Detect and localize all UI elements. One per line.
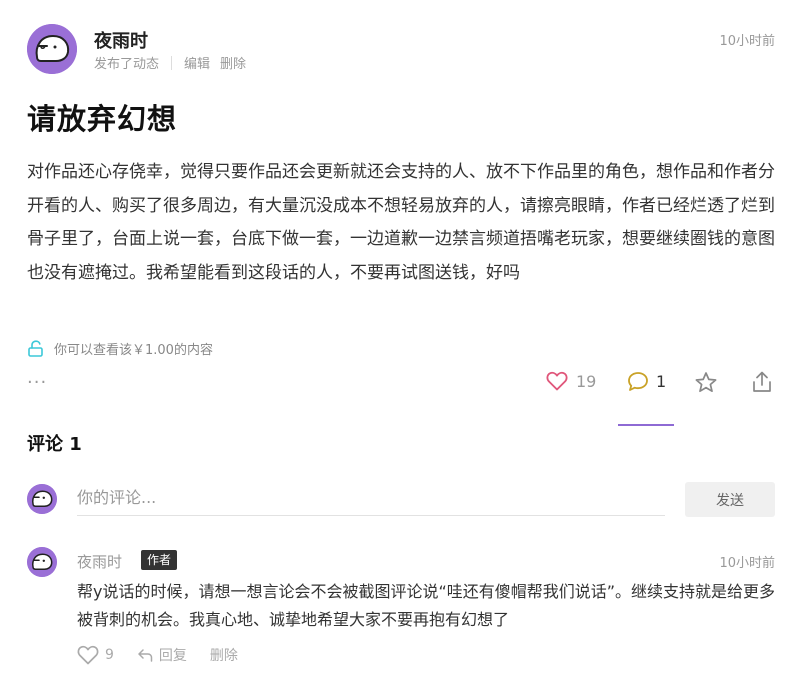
author-badge: 作者 xyxy=(141,550,178,570)
comments-heading: 评论 1 xyxy=(27,434,82,455)
share-button[interactable] xyxy=(751,370,773,394)
post-title: 请放弃幻想 xyxy=(27,102,178,136)
comment-delete-button[interactable]: 删除 xyxy=(210,645,238,665)
delete-link[interactable]: 删除 xyxy=(220,53,246,72)
comment-text: 帮y说话的时候，请想一想言论会不会被截图评论说“哇还有傻帽帮我们说话”。继续支持… xyxy=(77,582,776,629)
like-count: 19 xyxy=(576,371,597,391)
author-avatar[interactable] xyxy=(27,24,77,74)
edit-link[interactable]: 编辑 xyxy=(184,53,210,72)
avatar-ghost-icon xyxy=(27,547,57,577)
post-action-text: 发布了动态 xyxy=(94,57,160,72)
like-button[interactable]: 19 xyxy=(546,371,596,391)
heart-icon xyxy=(546,371,568,391)
post-body: 对作品还心存侥幸，觉得只要作品还会更新就还会支持的人、放不下作品里的角色，想作品… xyxy=(27,162,775,283)
comment-like-count: 9 xyxy=(105,647,114,663)
author-name[interactable]: 夜雨时 xyxy=(94,27,148,53)
comment-tab-indicator xyxy=(618,424,674,426)
reply-button[interactable]: 回复 xyxy=(137,645,187,665)
avatar-ghost-icon xyxy=(27,484,57,514)
post-actions: 19 1 xyxy=(0,370,803,400)
post-time: 10小时前 xyxy=(719,34,775,49)
comment-author-name[interactable]: 夜雨时 xyxy=(77,551,122,572)
lock-open-icon xyxy=(28,340,43,357)
favorite-button[interactable] xyxy=(694,371,718,394)
comment-input[interactable] xyxy=(77,480,665,516)
meta-divider xyxy=(171,55,173,70)
send-button[interactable]: 发送 xyxy=(685,482,775,517)
reply-label: 回复 xyxy=(158,648,187,664)
comment-like-button[interactable]: 9 xyxy=(77,645,114,665)
comment-author-avatar[interactable] xyxy=(27,547,57,577)
share-icon xyxy=(753,371,771,392)
current-user-avatar xyxy=(27,484,57,514)
post-meta: 发布了动态 编辑 删除 xyxy=(94,53,256,72)
comment-icon xyxy=(628,372,648,391)
star-icon xyxy=(695,372,717,393)
paywall-notice: 你可以查看该￥1.00的内容 xyxy=(27,339,213,358)
comment-time: 10小时前 xyxy=(719,556,775,571)
heart-icon xyxy=(77,645,99,665)
comment-actions: 9 回复 删除 xyxy=(77,645,261,665)
comment-count: 1 xyxy=(656,372,667,391)
comment-delete-label: 删除 xyxy=(209,648,238,664)
comment-button[interactable]: 1 xyxy=(627,371,666,392)
paywall-text: 你可以查看该￥1.00的内容 xyxy=(54,343,213,358)
reply-icon xyxy=(138,649,153,662)
avatar-ghost-icon xyxy=(27,24,77,74)
